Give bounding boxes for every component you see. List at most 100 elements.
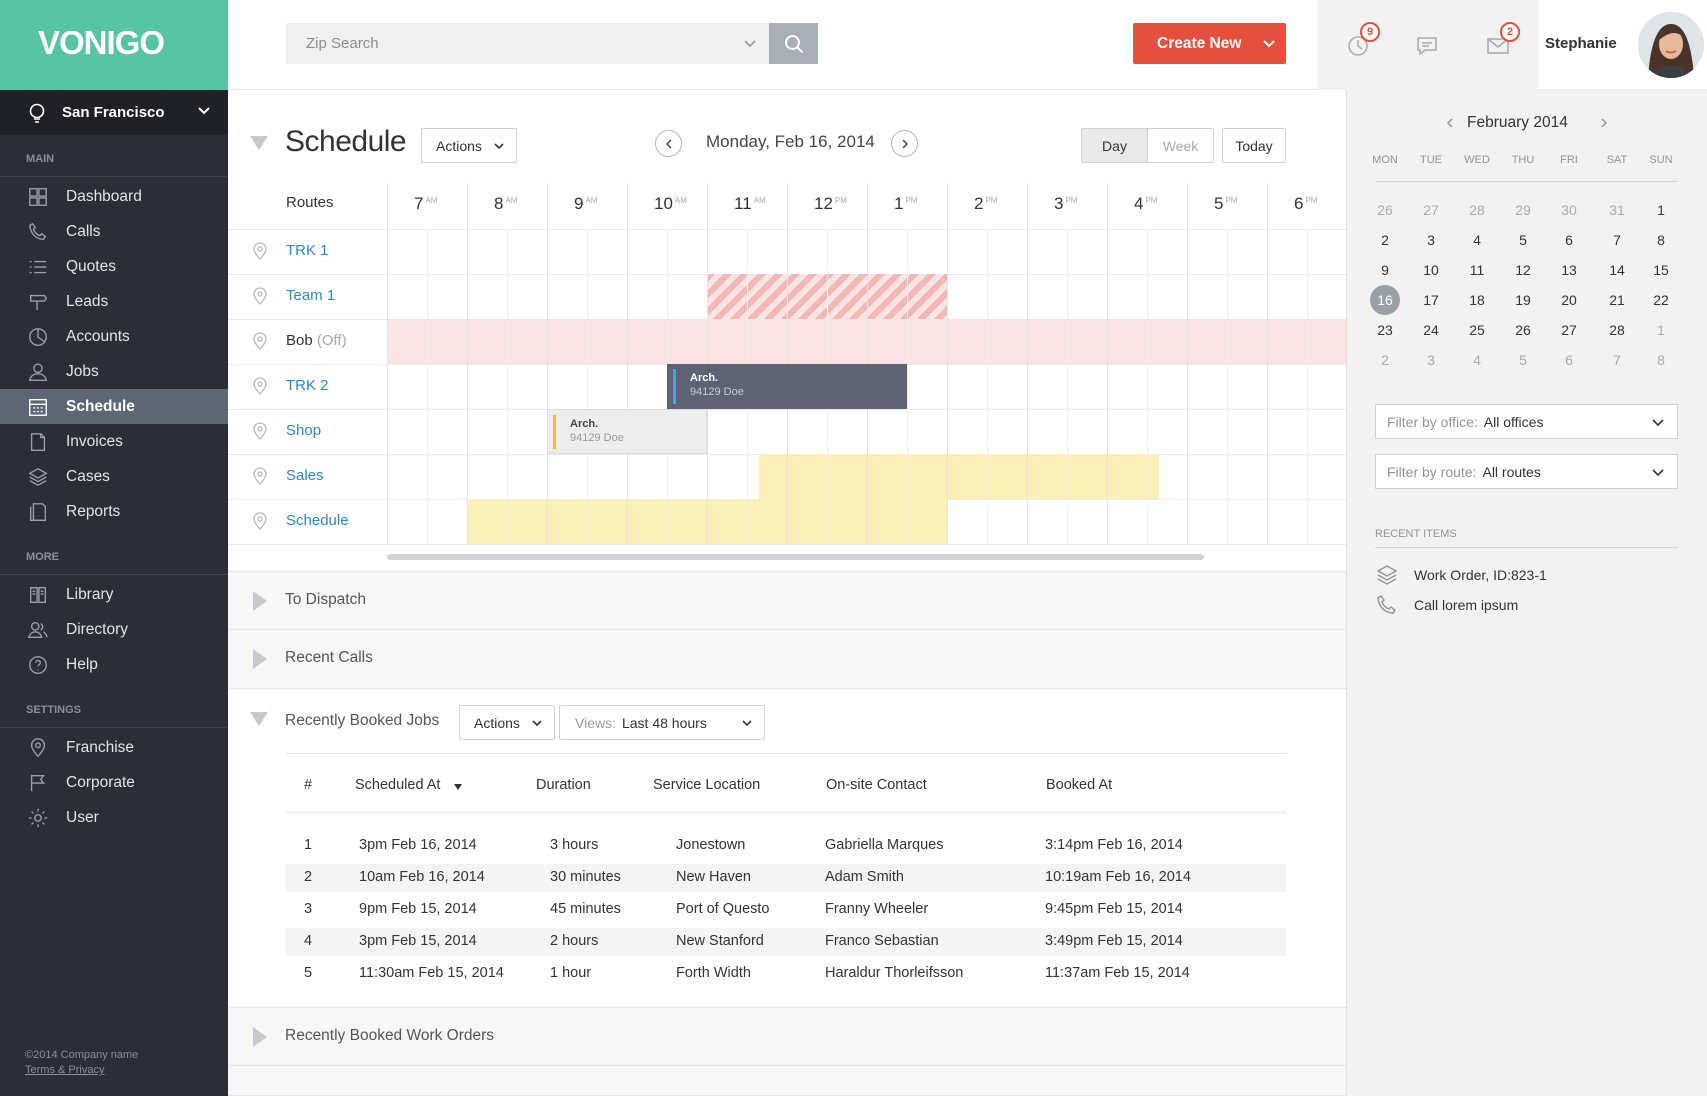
route-label[interactable]: TRK 1 bbox=[286, 242, 329, 259]
horizontal-scrollbar[interactable] bbox=[387, 554, 1204, 560]
user-name[interactable]: Stephanie bbox=[1545, 35, 1617, 52]
table-header[interactable]: Scheduled At bbox=[355, 777, 440, 793]
calendar-day[interactable]: 20 bbox=[1554, 285, 1584, 315]
sales-block[interactable] bbox=[759, 454, 1159, 499]
sidebar-item-dashboard[interactable]: Dashboard bbox=[0, 179, 228, 214]
sidebar-item-help[interactable]: Help bbox=[0, 647, 228, 682]
calendar-day[interactable]: 8 bbox=[1646, 345, 1676, 375]
calendar-day[interactable]: 13 bbox=[1554, 255, 1584, 285]
collapse-schedule-icon[interactable] bbox=[250, 136, 268, 150]
calendar-day[interactable]: 1 bbox=[1646, 195, 1676, 225]
panel-recent-calls[interactable]: Recent Calls bbox=[228, 630, 1346, 689]
panel-more bbox=[228, 1066, 1346, 1096]
avatar[interactable] bbox=[1638, 12, 1704, 78]
calendar-day[interactable]: 3 bbox=[1416, 225, 1446, 255]
panel-to-dispatch[interactable]: To Dispatch bbox=[228, 571, 1346, 630]
calendar-day[interactable]: 19 bbox=[1508, 285, 1538, 315]
recent-item[interactable]: Work Order, ID:823-1 bbox=[1375, 563, 1547, 587]
calendar-day[interactable]: 29 bbox=[1508, 195, 1538, 225]
calendar-day[interactable]: 22 bbox=[1646, 285, 1676, 315]
calendar-day[interactable]: 18 bbox=[1462, 285, 1492, 315]
calendar-day[interactable]: 26 bbox=[1370, 195, 1400, 225]
zip-search-input[interactable]: Zip Search bbox=[286, 23, 771, 64]
calendar-day[interactable]: 6 bbox=[1554, 345, 1584, 375]
calendar-day[interactable]: 21 bbox=[1602, 285, 1632, 315]
clock-button[interactable]: 9 bbox=[1346, 22, 1380, 62]
calendar-day[interactable]: 7 bbox=[1602, 345, 1632, 375]
recent-item[interactable]: Call lorem ipsum bbox=[1375, 593, 1518, 617]
calendar-day[interactable]: 30 bbox=[1554, 195, 1584, 225]
calendar-day[interactable]: 2 bbox=[1370, 345, 1400, 375]
view-week-button[interactable]: Week bbox=[1147, 128, 1214, 163]
calendar-day[interactable]: 10 bbox=[1416, 255, 1446, 285]
calendar-day[interactable]: 28 bbox=[1602, 315, 1632, 345]
sidebar-item-reports[interactable]: Reports bbox=[0, 494, 228, 529]
today-button[interactable]: Today bbox=[1222, 128, 1286, 163]
city-selector[interactable]: San Francisco bbox=[0, 90, 228, 135]
route-label[interactable]: Shop bbox=[286, 422, 321, 439]
calendar-day[interactable]: 5 bbox=[1508, 225, 1538, 255]
sidebar-item-cases[interactable]: Cases bbox=[0, 459, 228, 494]
calendar-day[interactable]: 4 bbox=[1462, 225, 1492, 255]
calendar-day[interactable]: 11 bbox=[1462, 255, 1492, 285]
route-label[interactable]: Sales bbox=[286, 467, 324, 484]
calendar-day[interactable]: 27 bbox=[1416, 195, 1446, 225]
calendar-day[interactable]: 17 bbox=[1416, 285, 1446, 315]
calendar-day[interactable]: 5 bbox=[1508, 345, 1538, 375]
filter-route-select[interactable]: Filter by route: All routes bbox=[1375, 454, 1678, 489]
prev-day-button[interactable] bbox=[655, 130, 682, 157]
sidebar-item-accounts[interactable]: Accounts bbox=[0, 319, 228, 354]
search-button[interactable] bbox=[769, 23, 818, 64]
calendar-day[interactable]: 25 bbox=[1462, 315, 1492, 345]
calendar-day[interactable]: 12 bbox=[1508, 255, 1538, 285]
view-day-button[interactable]: Day bbox=[1081, 128, 1148, 163]
filter-office-select[interactable]: Filter by office: All offices bbox=[1375, 404, 1678, 439]
sidebar-item-leads[interactable]: Leads bbox=[0, 284, 228, 319]
collapse-icon[interactable] bbox=[250, 712, 268, 726]
schedule-actions-button[interactable]: Actions bbox=[421, 128, 517, 163]
sidebar-item-quotes[interactable]: Quotes bbox=[0, 249, 228, 284]
calendar-day[interactable]: 24 bbox=[1416, 315, 1446, 345]
sidebar-item-library[interactable]: Library bbox=[0, 577, 228, 612]
calendar-day[interactable]: 14 bbox=[1602, 255, 1632, 285]
calendar-day[interactable]: 6 bbox=[1554, 225, 1584, 255]
sidebar-item-user[interactable]: User bbox=[0, 800, 228, 835]
sidebar-item-directory[interactable]: Directory bbox=[0, 612, 228, 647]
calendar-day[interactable]: 9 bbox=[1370, 255, 1400, 285]
sidebar-item-schedule[interactable]: Schedule bbox=[0, 389, 228, 424]
calendar-day[interactable]: 1 bbox=[1646, 315, 1676, 345]
sidebar-item-jobs[interactable]: Jobs bbox=[0, 354, 228, 389]
sidebar-item-calls[interactable]: Calls bbox=[0, 214, 228, 249]
create-new-button[interactable]: Create New bbox=[1133, 23, 1286, 64]
sidebar-item-franchise[interactable]: Franchise bbox=[0, 730, 228, 765]
calendar-day[interactable]: 23 bbox=[1370, 315, 1400, 345]
calendar-day[interactable]: 15 bbox=[1646, 255, 1676, 285]
views-select[interactable]: Views: Last 48 hours bbox=[559, 705, 765, 740]
sidebar-item-invoices[interactable]: Invoices bbox=[0, 424, 228, 459]
next-day-button[interactable] bbox=[891, 130, 918, 157]
calendar-day[interactable]: 2 bbox=[1370, 225, 1400, 255]
route-label[interactable]: TRK 2 bbox=[286, 377, 329, 394]
calendar-day[interactable]: 16 bbox=[1370, 285, 1400, 315]
event-card[interactable]: Arch. 94129 Doe bbox=[667, 364, 907, 409]
calendar-day[interactable]: 27 bbox=[1554, 315, 1584, 345]
calendar-day[interactable]: 7 bbox=[1602, 225, 1632, 255]
calendar-day[interactable]: 3 bbox=[1416, 345, 1446, 375]
calendar-day[interactable]: 8 bbox=[1646, 225, 1676, 255]
calendar-day[interactable]: 28 bbox=[1462, 195, 1492, 225]
sidebar-item-corporate[interactable]: Corporate bbox=[0, 765, 228, 800]
route-label[interactable]: Team 1 bbox=[286, 287, 335, 304]
sort-down-icon[interactable] bbox=[453, 783, 463, 791]
calendar-day[interactable]: 31 bbox=[1602, 195, 1632, 225]
jobs-actions-button[interactable]: Actions bbox=[459, 705, 555, 740]
panel-recently-booked-work-orders[interactable]: Recently Booked Work Orders bbox=[228, 1007, 1346, 1066]
calendar-day[interactable]: 26 bbox=[1508, 315, 1538, 345]
mail-button[interactable]: 2 bbox=[1486, 22, 1520, 62]
event-card[interactable]: Arch. 94129 Doe bbox=[547, 409, 707, 454]
calendar-day[interactable]: 4 bbox=[1462, 345, 1492, 375]
terms-link[interactable]: Terms & Privacy bbox=[25, 1063, 138, 1078]
route-label[interactable]: Schedule bbox=[286, 512, 349, 529]
messages-button[interactable] bbox=[1415, 34, 1439, 62]
next-month-icon[interactable] bbox=[1598, 117, 1610, 129]
prev-month-icon[interactable] bbox=[1444, 117, 1456, 129]
